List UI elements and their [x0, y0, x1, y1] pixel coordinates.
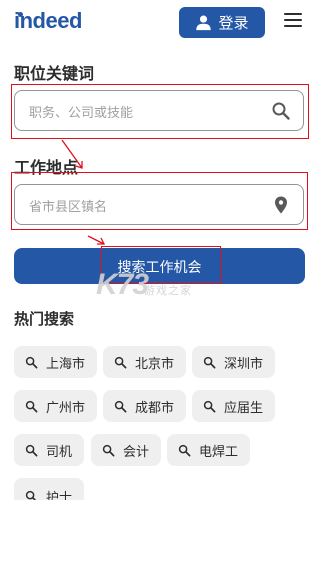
hot-search-label: 广州市: [46, 400, 86, 416]
logo-text: indeed: [14, 8, 82, 33]
location-placeholder: 省市县区镇名: [29, 200, 108, 215]
user-icon: [196, 15, 212, 31]
keyword-label: 职位关键词: [14, 64, 95, 83]
hot-search-chip[interactable]: 应届生: [192, 390, 276, 422]
keyword-placeholder: 职务、公司或技能: [29, 106, 134, 121]
search-icon: [25, 444, 38, 456]
location-label: 工作地点: [14, 158, 79, 177]
hot-search-label: 司机: [46, 444, 73, 460]
search-icon: [203, 356, 216, 368]
hot-search-chip[interactable]: 护士: [14, 478, 85, 506]
hot-search-chip[interactable]: 深圳市: [192, 346, 276, 378]
hot-search-label: 会计: [123, 444, 150, 460]
hot-search-label: 深圳市: [224, 356, 264, 372]
search-icon: [114, 400, 127, 412]
hot-search-label: 电焊工: [199, 444, 239, 460]
logo-dot: [18, 12, 23, 17]
hot-search-label: 上海市: [46, 356, 86, 372]
search-icon: [203, 400, 216, 412]
login-button[interactable]: 登录: [179, 7, 265, 38]
hot-search-chip[interactable]: 上海市: [14, 346, 98, 378]
hot-search-chip[interactable]: 广州市: [14, 390, 98, 422]
hot-searches-title: 热门搜索: [14, 310, 75, 328]
login-label: 登录: [218, 14, 249, 32]
location-input[interactable]: 省市县区镇名: [14, 184, 304, 225]
hot-search-label: 应届生: [224, 400, 264, 416]
hot-search-label: 北京市: [135, 356, 175, 372]
location-pin-icon: [275, 196, 287, 214]
search-icon: [102, 444, 115, 456]
annotation-arrow-2: [87, 235, 106, 245]
hot-search-chip[interactable]: 北京市: [103, 346, 187, 378]
search-icon: [25, 356, 38, 368]
search-icon: [178, 444, 191, 456]
hot-search-chip[interactable]: 成都市: [103, 390, 187, 422]
hot-search-chip[interactable]: 会计: [91, 434, 162, 466]
search-icon: [114, 356, 127, 368]
hot-search-label: 成都市: [135, 400, 175, 416]
watermark-subtext: 游戏之家: [144, 285, 193, 297]
indeed-logo[interactable]: indeed: [14, 6, 82, 36]
hamburger-menu-icon[interactable]: [284, 13, 302, 29]
watermark-text: K73: [96, 268, 149, 301]
keyword-input[interactable]: 职务、公司或技能: [14, 90, 304, 131]
hot-search-chip[interactable]: 司机: [14, 434, 85, 466]
search-icon: [272, 102, 290, 120]
hot-search-chip[interactable]: 电焊工: [167, 434, 251, 466]
page-bottom-blank: [0, 500, 318, 578]
search-icon: [25, 400, 38, 412]
k73-watermark: K73游戏之家: [96, 268, 192, 302]
